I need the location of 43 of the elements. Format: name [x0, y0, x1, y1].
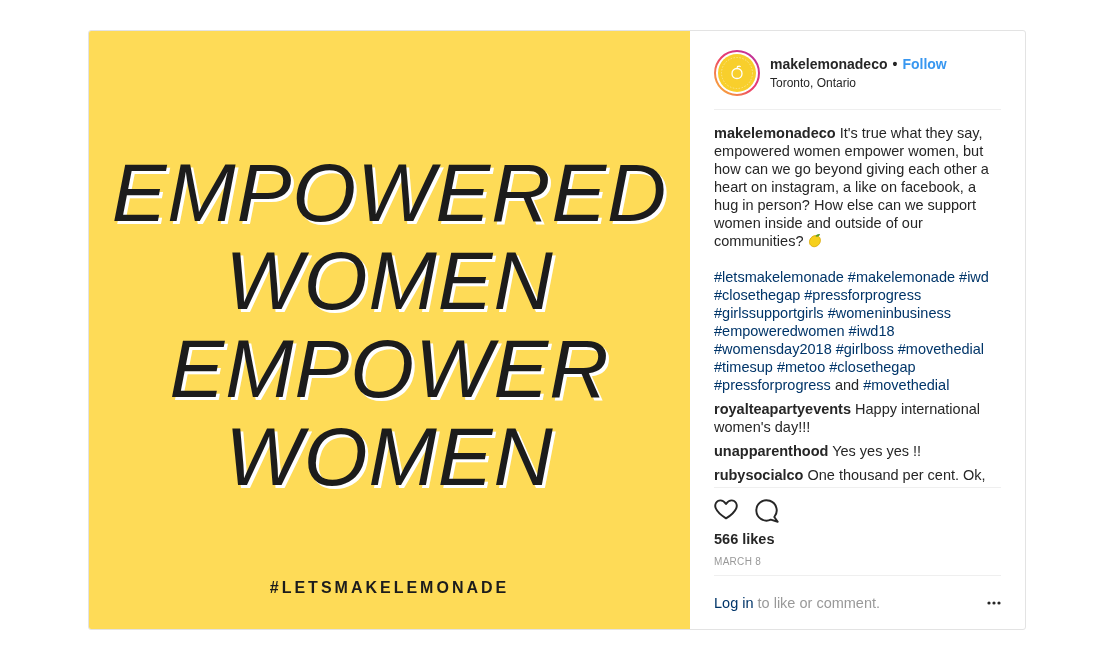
hashtag-link[interactable]: #womeninbusiness: [827, 305, 951, 321]
hashtag-link[interactable]: #closethegap: [829, 359, 916, 375]
headline-text: WOMEN: [225, 237, 554, 325]
post-caption: makelemonadeco It's true what they say, empowered women empower women, but how can we go beyond giving each other a heart on instagram, a like on facebook, a hug in person? How else can we support women inside and outside of our communities?: [714, 124, 990, 250]
bullet-separator: •: [892, 55, 898, 73]
headline-text: EMPOWERED: [111, 149, 668, 237]
hashtag-link[interactable]: #girlboss: [835, 341, 894, 357]
hashtag-link[interactable]: #makelemonade: [847, 269, 956, 285]
username-link[interactable]: royalteapartyevents: [714, 401, 851, 417]
hashtag-link[interactable]: #letsmakelemonade: [714, 269, 844, 285]
headline-text: WOMEN: [225, 413, 554, 501]
hashtag-link[interactable]: #empoweredwomen: [714, 323, 845, 339]
hashtag-link[interactable]: #pressforprogress: [804, 287, 922, 303]
likes-count: 566 likes: [714, 530, 776, 548]
headline-text: EMPOWER: [169, 325, 610, 413]
login-prompt: to like or comment.: [757, 594, 881, 611]
hashtag-link[interactable]: #closethegap: [714, 287, 801, 303]
hashtag-link[interactable]: #womensday2018: [714, 341, 832, 357]
hashtag-link[interactable]: #timesup: [714, 359, 773, 375]
username-link[interactable]: makelemonadeco: [770, 55, 888, 73]
hashtag-link[interactable]: #movethedial: [863, 377, 950, 393]
location-link[interactable]: Toronto, Ontario: [770, 76, 947, 91]
heart-icon[interactable]: [714, 499, 738, 520]
username-link[interactable]: unapparenthood: [714, 443, 829, 459]
caption-text: and: [834, 377, 860, 393]
username-link[interactable]: makelemonadeco: [714, 125, 836, 141]
comment-text: unapparenthood Yes yes yes !!: [714, 442, 923, 460]
comment-icon[interactable]: [755, 499, 779, 523]
more-options-icon[interactable]: [987, 600, 1001, 605]
hashtag-link[interactable]: #iwd18: [848, 323, 895, 339]
graphic-hashtag: #LETSMAKELEMONADE: [269, 578, 510, 598]
hashtag-link[interactable]: #pressforprogress: [714, 377, 831, 393]
post-date: MARCH 8: [714, 556, 763, 568]
hashtag-link[interactable]: #movethedial: [897, 341, 985, 357]
login-link[interactable]: Log in: [714, 594, 754, 611]
comment-text: rubysocialco One thousand per cent. Ok,: [714, 466, 987, 484]
username-link[interactable]: rubysocialco: [714, 467, 804, 483]
hashtag-link[interactable]: #iwd: [959, 269, 989, 285]
lemon-avatar-icon[interactable]: [714, 50, 760, 96]
hashtag-link[interactable]: #metoo: [776, 359, 826, 375]
hashtag-link[interactable]: #girlssupportgirls: [714, 305, 824, 321]
comment-text: royalteapartyevents Happy international women's day!!!: [714, 400, 981, 436]
lemon-icon: [807, 233, 824, 249]
